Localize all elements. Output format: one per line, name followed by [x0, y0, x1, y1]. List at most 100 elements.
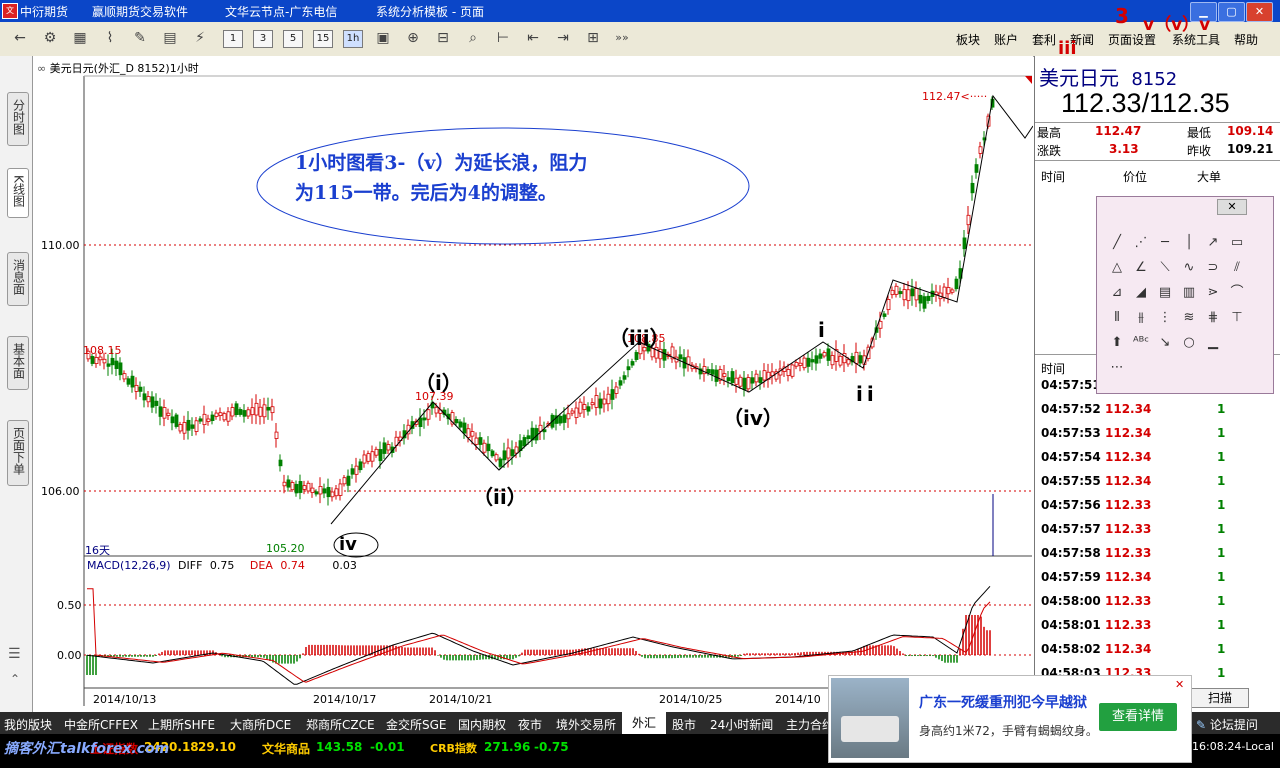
line-chart-icon[interactable]: ⌇ [100, 29, 120, 47]
search-icon[interactable]: ⌕ [463, 29, 483, 47]
candle-body [806, 357, 811, 367]
more-icon[interactable]: »» [612, 29, 632, 47]
gann-icon[interactable]: ◢ [1131, 283, 1151, 303]
tab-shfe[interactable]: 上期所SHFE [148, 716, 215, 733]
ad-detail-button[interactable]: 查看详情 [1099, 703, 1177, 731]
fan-icon[interactable]: ▤ [1155, 283, 1175, 303]
tab-overseas[interactable]: 境外交易所 [556, 716, 616, 733]
tab-stocks[interactable]: 股市 [672, 716, 696, 733]
forum-button[interactable]: ✎ 论坛提问 [1196, 716, 1258, 733]
grid2-icon[interactable]: ≋ [1179, 308, 1199, 328]
candle-body [558, 415, 563, 424]
gann-fan-icon[interactable]: ⫴ [1107, 308, 1127, 328]
tab-main-contract[interactable]: 主力合约 [786, 716, 834, 733]
triangle-icon[interactable]: △ [1107, 258, 1127, 278]
period-1-button[interactable]: 1 [223, 30, 243, 48]
wave-label-v: v（v）v [1143, 15, 1211, 35]
grid-icon[interactable]: ▦ [70, 29, 90, 47]
tab-news[interactable]: 消息面 [7, 252, 29, 306]
tab-night[interactable]: 夜市 [518, 716, 542, 733]
flash-icon[interactable]: ⚡ [190, 29, 210, 47]
more-icon[interactable]: ⋯ [1107, 358, 1127, 378]
candle-body [818, 353, 823, 359]
ellipse-icon[interactable]: ○ [1179, 333, 1199, 353]
menu-arbitrage[interactable]: 套利 [1032, 31, 1056, 48]
tab-timeshare[interactable]: 分时图 [7, 92, 29, 146]
line-icon[interactable]: ╱ [1107, 233, 1127, 253]
ad-close-button[interactable]: ✕ [1175, 678, 1184, 691]
sr-icon[interactable]: ⊤ [1227, 308, 1247, 328]
news-popup[interactable]: 广东一死缓重刑犯今早越狱 身高约1米72，手臂有蝎蝎纹身。 查看详情 ✕ [828, 675, 1192, 763]
candle-body [894, 285, 899, 295]
candle-body [162, 407, 167, 419]
ray-icon[interactable]: ⋰ [1131, 233, 1151, 253]
tab-cffex[interactable]: 中金所CFFEX [64, 716, 138, 733]
kline-chart[interactable]: ∞ 美元日元(外汇_D 8152)1小时 1小时图看3-（v）为延长浪，阻力 为… [33, 38, 1077, 712]
vline-icon[interactable]: │ [1179, 233, 1199, 253]
period-3-button[interactable]: 3 [253, 30, 273, 48]
candle-body [494, 454, 499, 461]
menu-help[interactable]: 帮助 [1234, 31, 1258, 48]
save-icon[interactable]: ▤ [160, 29, 180, 47]
layout-icon[interactable]: ▣ [373, 29, 393, 47]
fib-icon[interactable]: ⊿ [1107, 283, 1127, 303]
tab-my-sector[interactable]: 我的版块 [4, 716, 52, 733]
pitchfork-icon[interactable]: ⋕ [1203, 308, 1223, 328]
maximize-button[interactable]: ▢ [1218, 2, 1245, 22]
menu-sector[interactable]: 板块 [956, 31, 980, 48]
bar-icon[interactable]: ▁ [1203, 333, 1223, 353]
tick-list[interactable]: 04:57:51112.34104:57:52112.34104:57:5311… [1035, 378, 1280, 678]
scan-tab[interactable]: 扫描 [1191, 688, 1249, 708]
tool-icon[interactable] [1227, 333, 1247, 353]
tab-dce[interactable]: 大商所DCE [230, 716, 291, 733]
pen-icon[interactable]: ✎ [130, 29, 150, 47]
split-icon[interactable]: ⊟ [433, 29, 453, 47]
channel-icon[interactable]: ⟍ [1155, 258, 1175, 278]
arrow-icon[interactable]: ↗ [1203, 233, 1223, 253]
tab-fundamentals[interactable]: 基本面 [7, 336, 29, 390]
list-icon[interactable]: ☰ [8, 646, 21, 662]
up-arrow-icon[interactable]: ⬆ [1107, 333, 1127, 353]
rect-icon[interactable]: ▭ [1227, 233, 1247, 253]
close-window-button[interactable]: ✕ [1246, 2, 1273, 22]
settings-icon[interactable]: ⚙ [40, 29, 60, 47]
vlines-icon[interactable]: ⋮ [1155, 308, 1175, 328]
period-1h-button[interactable]: 1h [343, 30, 363, 48]
ad-headline[interactable]: 广东一死缓重刑犯今早越狱 [919, 692, 1087, 712]
arc2-icon[interactable]: ⌒ [1227, 283, 1247, 303]
parallel-icon[interactable]: ⫽ [1227, 258, 1247, 278]
back-icon[interactable]: ← [10, 29, 30, 47]
candle-body [950, 289, 955, 293]
grid-icon[interactable]: ▥ [1179, 283, 1199, 303]
menu-account[interactable]: 账户 [994, 31, 1018, 48]
tab-kline[interactable]: K线图 [7, 168, 29, 218]
speech-icon: ✎ [1196, 718, 1207, 732]
tab-options[interactable]: 国内期权 [458, 716, 506, 733]
arc-icon[interactable]: ⊃ [1203, 258, 1223, 278]
tab-sge[interactable]: 金交所SGE [386, 716, 447, 733]
tab-czce[interactable]: 郑商所CZCE [306, 716, 375, 733]
close-palette-icon[interactable]: ✕ [1217, 199, 1247, 215]
angle-icon[interactable]: ∠ [1131, 258, 1151, 278]
candle-body [710, 369, 715, 375]
scroll-right-icon[interactable]: ⇥ [553, 29, 573, 47]
tick-row: 04:57:57 112.33 1 [1035, 522, 1280, 546]
wave-icon[interactable]: ∿ [1179, 258, 1199, 278]
hline-icon[interactable]: ─ [1155, 233, 1175, 253]
down-arrow-icon[interactable]: ↘ [1155, 333, 1175, 353]
tab-forex[interactable]: 外汇 [622, 712, 667, 734]
candle-body [854, 351, 859, 364]
text-icon[interactable]: ᴬᴮᶜ [1131, 333, 1151, 353]
scroll-left-icon[interactable]: ⇤ [523, 29, 543, 47]
collapse-icon[interactable]: ⌃ [10, 672, 20, 686]
tab-24h-news[interactable]: 24小时新闻 [710, 716, 773, 733]
candle-body [738, 376, 743, 387]
period-5-button[interactable]: 5 [283, 30, 303, 48]
tab-order[interactable]: 页面下单 [7, 420, 29, 486]
speed-icon[interactable]: ⫵ [1131, 308, 1151, 328]
cross-icon[interactable]: ⊕ [403, 29, 423, 47]
cycle-icon[interactable]: ⋗ [1203, 283, 1223, 303]
range-icon[interactable]: ⊢ [493, 29, 513, 47]
period-15-button[interactable]: 15 [313, 30, 333, 48]
zoom-icon[interactable]: ⊞ [583, 29, 603, 47]
